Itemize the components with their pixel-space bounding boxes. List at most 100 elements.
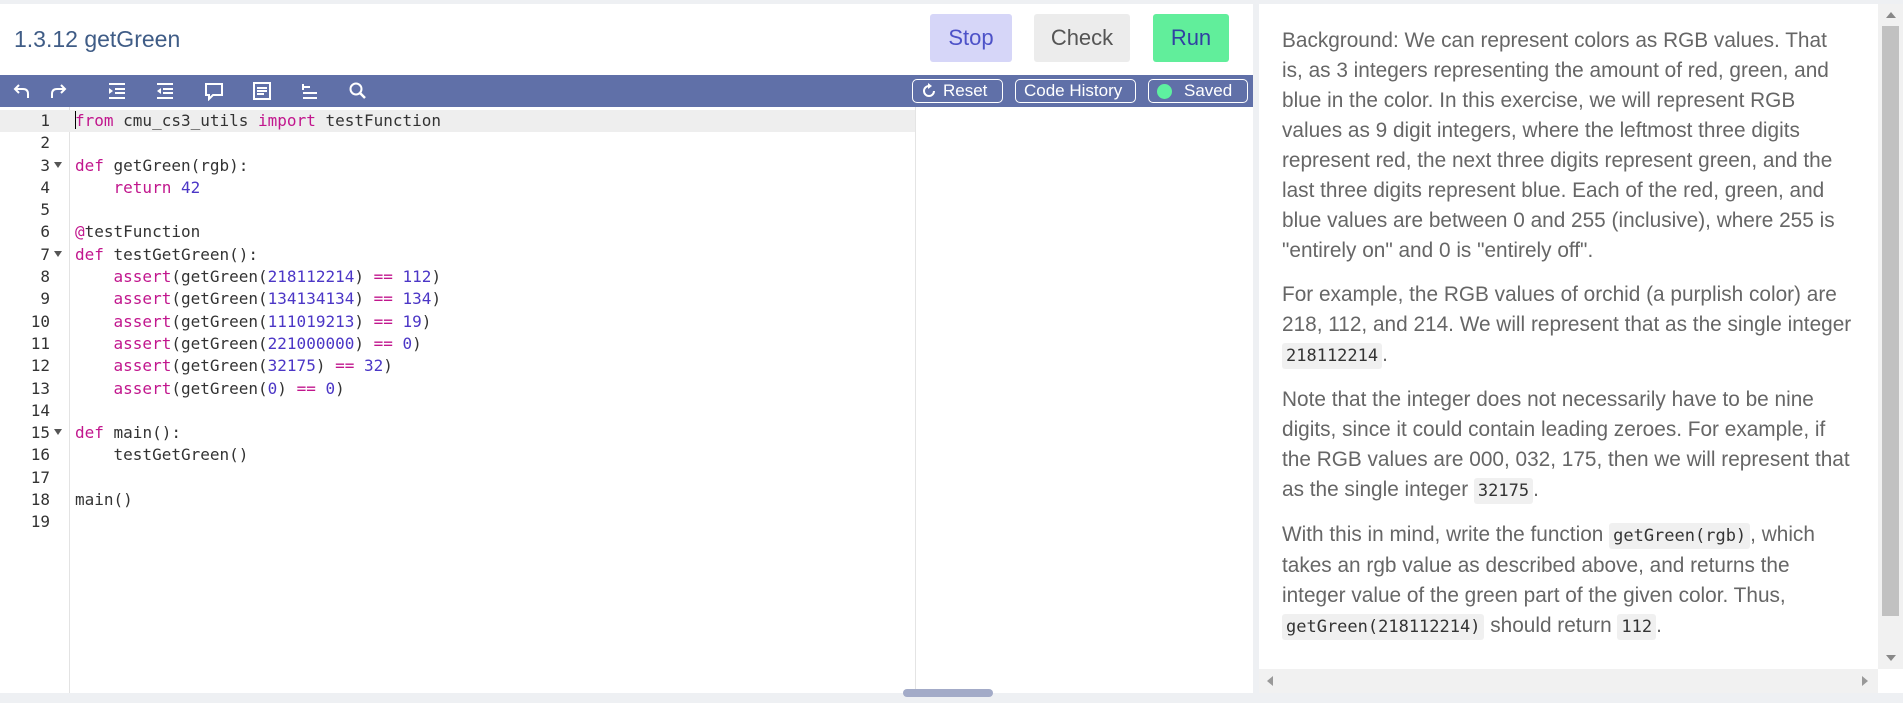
code-line[interactable]: 2 [0,132,915,154]
code-line[interactable]: 18 main() [0,489,915,511]
code-line[interactable]: 17 [0,467,915,489]
code-number: 218112214 [267,267,355,287]
code-history-label: Code History [1024,81,1123,100]
code-line[interactable]: 12 assert(getGreen(32175) == 32) [0,355,915,377]
code-line[interactable]: 3 def getGreen(rgb): [0,155,915,177]
editor-pane: 1.3.12 getGreen Stop Check Run Reset Cod… [0,4,1253,697]
scroll-right-icon[interactable] [1862,676,1868,686]
instructions-horizontal-scrollbar[interactable] [1259,669,1878,693]
search-icon[interactable] [346,80,370,102]
code-token: ) [421,311,432,331]
code-token: ) [277,378,297,398]
line-number: 16 [30,445,50,465]
code-number: 0 [325,378,336,398]
code-keyword: == [373,289,393,309]
run-button[interactable]: Run [1153,14,1229,62]
code-line[interactable]: 11 assert(getGreen(221000000) == 0) [0,333,915,355]
pane-resize-handle[interactable] [903,689,993,697]
code-keyword: == [335,356,355,376]
code-line[interactable]: 16 testGetGreen() [0,444,915,466]
code-line[interactable]: 9 assert(getGreen(134134134) == 134) [0,288,915,310]
undo-icon[interactable] [10,80,34,102]
redo-icon[interactable] [46,80,70,102]
code-line[interactable]: 1 from cmu_cs3_utils import testFunction [0,110,915,132]
app: 1.3.12 getGreen Stop Check Run Reset Cod… [0,0,1903,703]
code-line[interactable]: 4 return 42 [0,177,915,199]
paragraph-text: Background: We can represent colors as R… [1282,29,1835,262]
code-number: 221000000 [267,333,355,353]
line-number: 7 [40,244,50,264]
code-line[interactable]: 13 assert(getGreen(0) == 0) [0,378,915,400]
vertical-scroll-thumb[interactable] [1882,26,1899,616]
code-token: testFunction [84,222,201,242]
scroll-up-icon[interactable] [1886,12,1896,18]
code-token: main(): [103,423,181,443]
code-line[interactable]: 14 [0,400,915,422]
line-number: 6 [40,222,50,242]
line-number: 2 [40,133,50,153]
code-text: from cmu_cs3_utils import testFunction [75,110,441,132]
instructions-vertical-scrollbar[interactable] [1878,4,1903,669]
code-token: ) [431,289,442,309]
code-line[interactable]: 5 [0,199,915,221]
code-keyword: import [258,111,316,130]
code-number: 0 [402,333,413,353]
inline-code: getGreen(218112214) [1282,614,1485,640]
format-icon[interactable] [250,80,274,102]
inline-code: 32175 [1473,478,1534,504]
code-keyword: from [75,111,114,130]
scroll-down-icon[interactable] [1886,655,1896,661]
check-button[interactable]: Check [1034,14,1130,62]
code-line[interactable]: 8 assert(getGreen(218112214) == 112) [0,266,915,288]
code-line[interactable]: 6 @testFunction [0,221,915,243]
code-number: 32175 [267,356,316,376]
code-editor[interactable]: 1 from cmu_cs3_utils import testFunction 2… [0,107,1253,693]
fold-arrow-icon[interactable] [54,429,62,436]
code-number: 0 [267,378,278,398]
code-line[interactable]: 10 assert(getGreen(111019213) == 19) [0,311,915,333]
code-keyword: assert [113,378,172,398]
fold-arrow-icon[interactable] [54,161,62,168]
code-number: 134 [402,289,432,309]
indent-icon[interactable] [105,80,129,102]
code-keyword: assert [113,289,172,309]
instructions-pane: Background: We can represent colors as R… [1259,4,1903,693]
paragraph-text: With this in mind, write the function [1282,523,1610,546]
outdent-icon[interactable] [153,80,177,102]
code-history-button[interactable]: Code History [1015,79,1136,103]
code-number: 111019213 [267,311,355,331]
code-token: ) [315,356,336,376]
code-token: ) [354,333,374,353]
code-token: ) [335,378,345,398]
line-number: 11 [30,333,50,353]
code-line[interactable]: 19 [0,511,915,533]
scroll-left-icon[interactable] [1267,676,1273,686]
code-keyword: @ [75,222,85,242]
split-icon[interactable] [298,80,322,102]
code-number: 112 [402,267,432,287]
code-keyword: def [75,244,104,264]
reset-button[interactable]: Reset [912,79,1003,103]
exercise-header: 1.3.12 getGreen Stop Check Run [0,4,1253,75]
saved-label: Saved [1184,81,1233,100]
code-line[interactable]: 7 def testGetGreen(): [0,244,915,266]
comment-icon[interactable] [202,80,226,102]
code-token: ) [354,289,374,309]
code-line[interactable]: 15 def main(): [0,422,915,444]
code-text: def getGreen(rgb): [75,155,248,177]
fold-arrow-icon[interactable] [54,250,62,257]
code-keyword: def [75,155,104,175]
code-number: 32 [364,356,384,376]
inline-code: 218112214 [1282,343,1383,369]
paragraph-text: should return [1484,614,1618,637]
line-number: 5 [40,200,50,220]
stop-button[interactable]: Stop [930,14,1012,62]
